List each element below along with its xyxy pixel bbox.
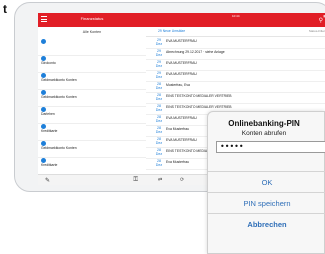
dialog-subtitle: Konten abrufen <box>241 130 287 137</box>
account-item[interactable]: Kreditkarte <box>38 155 146 175</box>
account-name: Kreditkarte <box>41 163 58 167</box>
transaction-date: 28 Dez <box>155 115 163 123</box>
transaction-date: 28 Dez <box>155 126 163 134</box>
transaction-title: EINS TESTKONTO MEDIALER VERTRIEB <box>166 93 232 98</box>
transaction-date: 28 Dez <box>155 93 163 101</box>
pin-input[interactable]: ••••• <box>216 141 325 153</box>
account-name: Kreditkarte <box>41 129 58 133</box>
transactions-header: 10:44 ▮ ⚲ <box>146 13 325 27</box>
search-icon[interactable]: ⚲ <box>319 18 323 24</box>
pencil-icon[interactable]: ✎ <box>45 177 50 184</box>
accounts-header: Finanzstatus <box>38 13 146 27</box>
account-name: Girokonto <box>41 61 56 65</box>
account-name: Geldmarktkonto Konten <box>41 95 77 99</box>
key-icon[interactable]: ⚿ <box>133 177 138 184</box>
account-name: Geldmarktkonto Konten <box>41 146 77 150</box>
transfer-icon[interactable]: ⇄ <box>158 177 162 183</box>
transaction-date: 29 Dez <box>155 49 163 57</box>
transaction-date: 28 Dez <box>155 137 163 145</box>
transaction-date: 28 Dez <box>155 159 163 167</box>
transactions-subheader: 29 Neue Umsätze Status-Filter <box>146 27 325 37</box>
status-filter-label[interactable]: Status-Filter <box>309 29 325 33</box>
new-transactions-label[interactable]: 29 Neue Umsätze <box>158 29 185 33</box>
transaction-title: EINS TESTKONTO MEDIALER VERTRIEB <box>166 104 232 109</box>
accounts-title: Finanzstatus <box>80 16 104 21</box>
dialog-title: Onlinebanking-PIN <box>228 119 300 128</box>
accounts-panel: Finanzstatus Alle Konten Girokonto Geldm… <box>38 13 147 185</box>
pin-dialog: Onlinebanking-PIN Konten abrufen ••••• O… <box>207 111 325 254</box>
transaction-date: 29 Dez <box>155 71 163 79</box>
transaction-title: EVA MUSTERFRAU <box>166 115 197 120</box>
transaction-title: Musterfrau, Eva <box>166 82 190 87</box>
transaction-date: 29 Dez <box>155 60 163 68</box>
status-time: 10:44 <box>232 14 240 18</box>
transaction-title: Eva Musterfrau <box>166 159 189 164</box>
transaction-title: EVA MUSTERFRAU <box>166 60 197 65</box>
transaction-title: EVA MUSTERFRAU <box>166 137 197 142</box>
page-letter: t <box>3 2 7 16</box>
transaction-date: 28 Dez <box>155 148 163 156</box>
transaction-date: 28 Dez <box>155 82 163 90</box>
transaction-date: 29 Dez <box>155 38 163 46</box>
account-icon <box>41 39 46 44</box>
transaction-title: Abrechnung 29.12.2017 · siehe Anlage <box>166 49 225 54</box>
transaction-title: EVA MUSTERFRAU <box>166 38 197 43</box>
account-name: Geldmarktkonto Konten <box>41 78 77 82</box>
save-pin-button[interactable]: PIN speichern <box>208 192 325 213</box>
transaction-title: Eva Musterfrau <box>166 126 189 131</box>
ok-button[interactable]: OK <box>208 171 325 192</box>
accounts-subtitle: Alle Konten <box>82 30 102 34</box>
transaction-date: 28 Dez <box>155 104 163 112</box>
cancel-button[interactable]: Abbrechen <box>208 213 325 234</box>
transaction-title: EVA MUSTERFRAU <box>166 71 197 76</box>
account-name: Darlehen <box>41 112 55 116</box>
refresh-icon[interactable]: ⟳ <box>180 177 184 183</box>
accounts-toolbar: ✎ ⚿ <box>38 174 146 185</box>
